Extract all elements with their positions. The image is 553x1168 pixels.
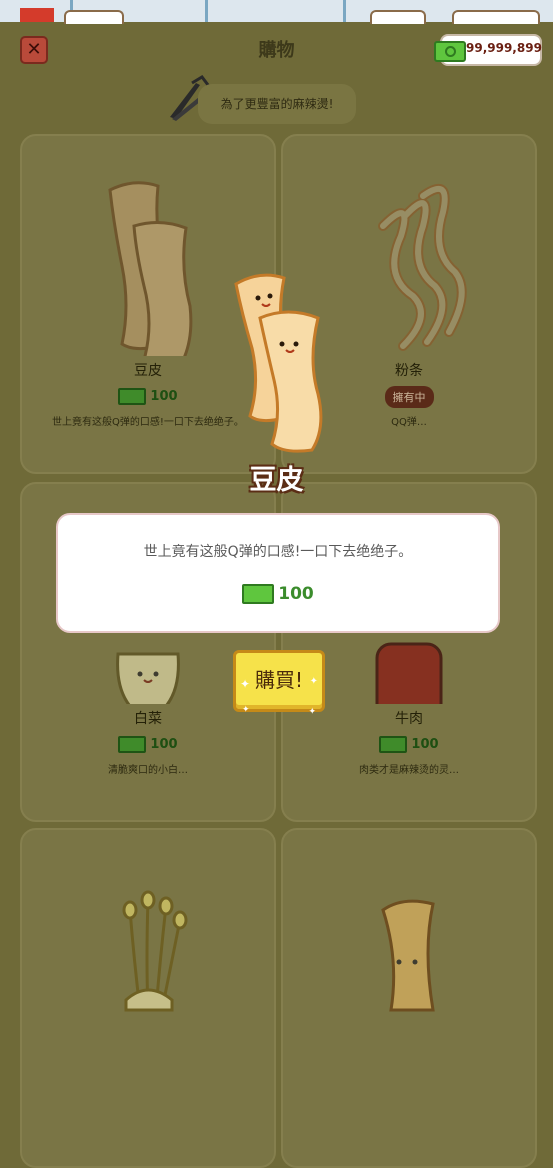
item-price: 100: [283, 734, 535, 754]
cash-icon: [118, 388, 147, 405]
money-amount: 99,999,899: [466, 41, 542, 55]
sparkle-icon: ✦: [308, 707, 316, 717]
background-post: [205, 0, 208, 22]
item-detail-panel: 世上竟有这般Q弹的口感!一口下去绝绝子。 100: [56, 513, 500, 633]
shop-item-card-enoki[interactable]: [20, 828, 276, 1168]
background-post: [343, 0, 346, 22]
tofu-stick-icon: [381, 899, 435, 1012]
cash-icon: [242, 583, 275, 604]
price-value: 100: [150, 389, 178, 404]
selected-item-name: 豆皮: [249, 465, 304, 496]
buy-button[interactable]: 購買! ✦ ✦ ✦ ✦: [233, 650, 325, 717]
hint-bubble: 為了更豐富的麻辣燙!: [198, 84, 356, 124]
cash-icon: [379, 736, 408, 753]
item-description: 肉类才是麻辣烫的灵…: [359, 765, 459, 776]
owned-badge: 擁有中: [384, 386, 434, 408]
price-value: 100: [411, 737, 439, 752]
selected-item-tofu-skin-icon: [234, 273, 323, 453]
buy-button-label: 購買!: [254, 668, 304, 692]
background-scene: [0, 0, 553, 24]
shop-item-card-fuzhu[interactable]: [281, 828, 537, 1168]
background-stall: [20, 8, 54, 22]
selected-item-price: 100: [58, 583, 498, 604]
cash-icon: [118, 736, 147, 753]
selected-item-description: 世上竟有这般Q弹的口感!一口下去绝绝子。: [143, 544, 413, 560]
item-price: 100: [22, 734, 274, 754]
item-description: 清脆爽口的小白…: [108, 765, 188, 776]
price-value: 100: [278, 583, 314, 604]
cash-icon: [434, 41, 466, 62]
money-counter: 99,999,899: [434, 34, 542, 66]
enoki-mushroom-icon: [122, 890, 188, 1012]
sparkle-icon: ✦: [242, 705, 250, 715]
shop-header: ✕ 購物 99,999,899: [0, 22, 553, 78]
price-value: 100: [150, 737, 178, 752]
